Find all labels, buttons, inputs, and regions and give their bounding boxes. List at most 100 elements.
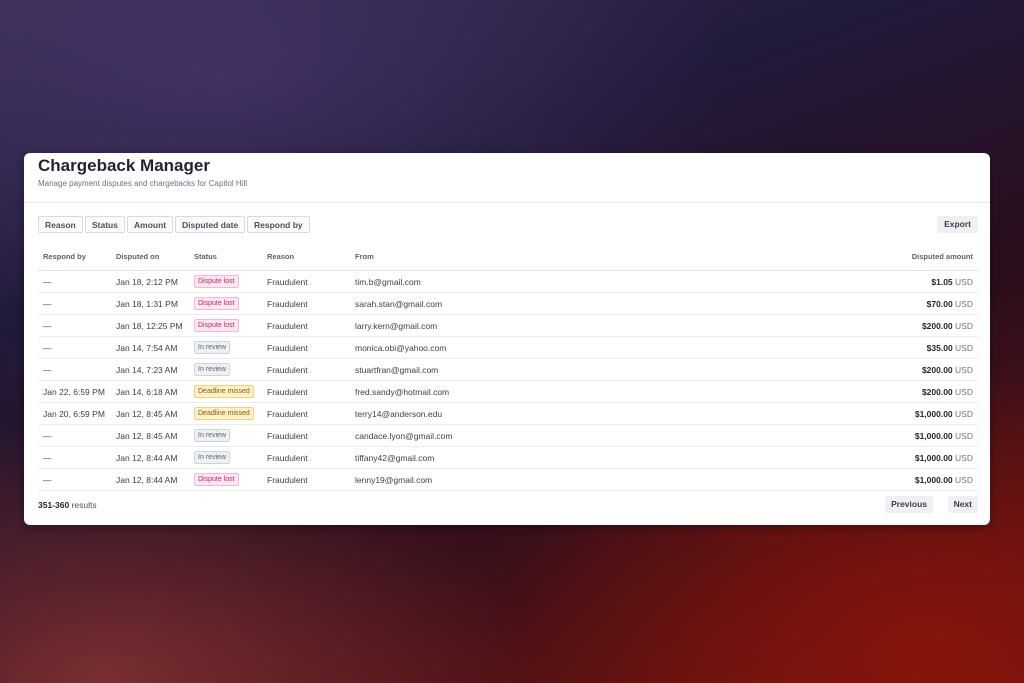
table-row[interactable]: — Jan 14, 7:23 AM In review Fraudulent stuar… — [38, 358, 978, 381]
disputes-table: Respond by Disputed on Status Reason Fro… — [38, 243, 978, 491]
column-header-reason[interactable]: Reason — [262, 243, 350, 271]
amount-currency: USD — [955, 408, 973, 419]
amount-currency: USD — [955, 364, 973, 375]
cell-disputed-amount: $70.00 USD — [590, 292, 978, 315]
status-badge: In review — [194, 341, 231, 354]
cell-reason: Fraudulent — [262, 424, 350, 447]
cell-respond-by: — — [38, 446, 111, 469]
cell-status: Deadline missed — [189, 380, 262, 403]
cell-status: Dispute lost — [189, 314, 262, 337]
cell-reason: Fraudulent — [262, 380, 350, 403]
export-button[interactable]: Export — [937, 216, 978, 233]
column-header-status[interactable]: Status — [189, 243, 262, 271]
next-page-button[interactable]: Next — [947, 496, 978, 513]
table-row[interactable]: — Jan 14, 7:54 AM In review Fraudulent monic… — [38, 336, 978, 359]
column-header-disputed-on[interactable]: Disputed on — [111, 243, 189, 271]
amount-currency: USD — [955, 452, 973, 463]
cell-status: Dispute lost — [189, 292, 262, 315]
status-badge: Deadline missed — [194, 407, 254, 420]
cell-respond-by: — — [38, 270, 111, 293]
cell-reason: Fraudulent — [262, 292, 350, 315]
results-count: 351-360 results — [38, 500, 97, 510]
filter-respond-by-button[interactable]: Respond by — [247, 216, 310, 233]
cell-disputed-on: Jan 14, 6:18 AM — [111, 380, 189, 403]
table-row[interactable]: — Jan 12, 8:45 AM In review Fraudulent canda… — [38, 424, 978, 447]
column-header-disputed-amount[interactable]: Disputed amount — [590, 243, 978, 271]
cell-status: In review — [189, 358, 262, 381]
amount-currency: USD — [955, 298, 973, 309]
status-badge: In review — [194, 429, 231, 442]
cell-from: terry14@anderson.edu — [350, 402, 590, 425]
amount-value: $200.00 — [921, 386, 953, 397]
cell-from: monica.obi@yahoo.com — [350, 336, 590, 359]
column-header-from[interactable]: From — [350, 243, 590, 271]
cell-disputed-on: Jan 12, 8:44 AM — [111, 446, 189, 469]
cell-disputed-amount: $1,000.00 USD — [590, 446, 978, 469]
amount-currency: USD — [955, 276, 973, 287]
cell-respond-by: — — [38, 358, 111, 381]
cell-reason: Fraudulent — [262, 402, 350, 425]
page-subtitle: Manage payment disputes and chargebacks … — [38, 179, 248, 188]
table-row[interactable]: — Jan 18, 12:25 PM Dispute lost Fraudulent l… — [38, 314, 978, 337]
amount-currency: USD — [955, 320, 973, 331]
cell-respond-by: — — [38, 336, 111, 359]
status-badge: Deadline missed — [194, 385, 254, 398]
cell-disputed-on: Jan 18, 2:12 PM — [111, 270, 189, 293]
cell-disputed-amount: $1.05 USD — [590, 270, 978, 293]
cell-disputed-amount: $1,000.00 USD — [590, 402, 978, 425]
status-badge: Dispute lost — [194, 275, 239, 288]
cell-respond-by: — — [38, 314, 111, 337]
amount-currency: USD — [955, 386, 973, 397]
amount-value: $200.00 — [921, 364, 953, 375]
cell-disputed-amount: $1,000.00 USD — [590, 424, 978, 447]
cell-disputed-amount: $200.00 USD — [590, 380, 978, 403]
table-row[interactable]: Jan 20, 6:59 PM Jan 12, 8:45 AM Deadline m… — [38, 402, 978, 425]
cell-disputed-on: Jan 12, 8:45 AM — [111, 424, 189, 447]
amount-value: $1,000.00 — [914, 452, 953, 463]
table-row[interactable]: Jan 22, 6:59 PM Jan 14, 6:18 AM Deadline m… — [38, 380, 978, 403]
filter-reason-button[interactable]: Reason — [38, 216, 83, 233]
amount-value: $35.00 — [926, 342, 953, 353]
cell-status: In review — [189, 336, 262, 359]
cell-disputed-amount: $35.00 USD — [590, 336, 978, 359]
cell-disputed-on: Jan 14, 7:23 AM — [111, 358, 189, 381]
status-badge: Dispute lost — [194, 319, 239, 332]
filter-status-button[interactable]: Status — [85, 216, 125, 233]
cell-reason: Fraudulent — [262, 358, 350, 381]
cell-reason: Fraudulent — [262, 314, 350, 337]
cell-from: stuartfran@gmail.com — [350, 358, 590, 381]
table-row[interactable]: — Jan 18, 1:31 PM Dispute lost Fraudulent sa… — [38, 292, 978, 315]
cell-respond-by: — — [38, 424, 111, 447]
table-footer: 351-360 results Previous Next — [38, 487, 978, 525]
cell-status: Deadline missed — [189, 402, 262, 425]
table-row[interactable]: — Jan 12, 8:44 AM In review Fraudulent tiffa… — [38, 446, 978, 469]
filter-disputed-date-button[interactable]: Disputed date — [175, 216, 246, 233]
amount-currency: USD — [955, 430, 973, 441]
filter-toolbar: Reason Status Amount Disputed date Respo… — [38, 211, 978, 239]
status-badge: Dispute lost — [194, 297, 239, 310]
amount-value: $1.05 — [931, 276, 953, 287]
table-header-row: Respond by Disputed on Status Reason Fro… — [38, 243, 978, 271]
column-header-respond-by[interactable]: Respond by — [38, 243, 111, 271]
amount-value: $1,000.00 — [914, 430, 953, 441]
table-row[interactable]: — Jan 18, 2:12 PM Dispute lost Fraudulent ti… — [38, 270, 978, 293]
cell-respond-by: Jan 22, 6:59 PM — [38, 380, 111, 403]
cell-reason: Fraudulent — [262, 446, 350, 469]
status-badge: Dispute lost — [194, 473, 239, 486]
cell-disputed-amount: $200.00 USD — [590, 358, 978, 381]
amount-value: $200.00 — [921, 320, 953, 331]
status-badge: In review — [194, 363, 231, 376]
cell-reason: Fraudulent — [262, 270, 350, 293]
page-title: Chargeback Manager — [38, 156, 210, 175]
results-range: 351-360 — [38, 500, 70, 510]
cell-disputed-on: Jan 12, 8:45 AM — [111, 402, 189, 425]
amount-value: $1,000.00 — [914, 474, 953, 485]
amount-currency: USD — [955, 342, 973, 353]
filter-amount-button[interactable]: Amount — [127, 216, 174, 233]
page-header: Chargeback Manager Manage payment disput… — [24, 153, 990, 203]
amount-value: $70.00 — [926, 298, 953, 309]
cell-disputed-on: Jan 18, 1:31 PM — [111, 292, 189, 315]
previous-page-button[interactable]: Previous — [885, 496, 933, 513]
cell-from: tim.b@gmail.com — [350, 270, 590, 293]
results-label: results — [71, 500, 97, 510]
